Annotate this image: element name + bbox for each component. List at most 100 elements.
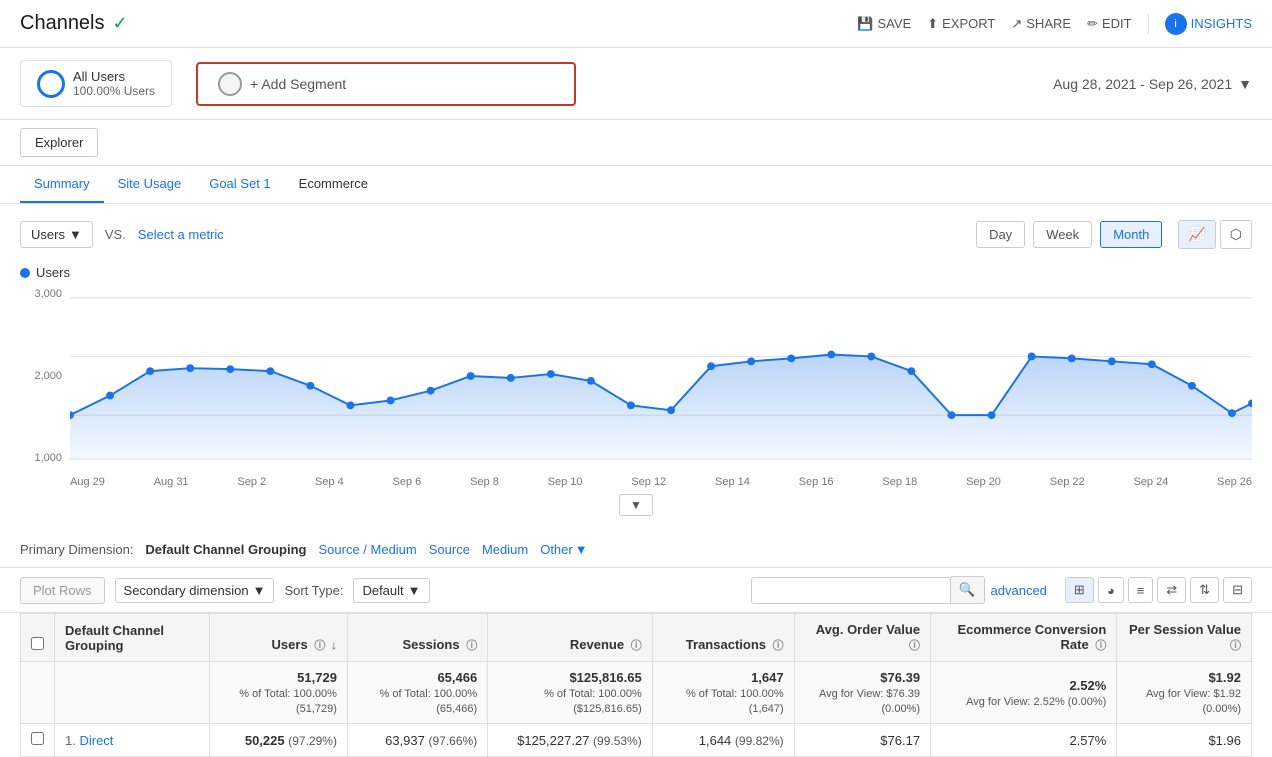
totals-revenue-cell: $125,816.65 % of Total: 100.00% ($125,81…	[488, 662, 653, 724]
chart-type-buttons: 📈 ⬡	[1178, 220, 1252, 249]
row1-sessions-cell: 63,937 (97.66%)	[347, 724, 487, 757]
vs-label: VS.	[105, 227, 126, 242]
chevron-down-icon: ▼	[408, 583, 421, 598]
row1-transactions-cell: 1,644 (99.82%)	[652, 724, 794, 757]
data-table: Default Channel Grouping Users ⓘ ↓ Sessi…	[20, 613, 1252, 757]
save-button[interactable]: 💾 SAVE	[857, 16, 911, 32]
totals-users-cell: 51,729 % of Total: 100.00% (51,729)	[209, 662, 347, 724]
time-controls: Day Week Month 📈 ⬡	[976, 220, 1252, 249]
plot-rows-button: Plot Rows	[20, 577, 105, 604]
view-buttons: ⊞ ◕ ≡ ⇄ ⇅ ⊟	[1065, 577, 1252, 603]
sort-type-selector[interactable]: Default ▼	[353, 578, 429, 603]
summary-view-button[interactable]: ≡	[1128, 577, 1154, 603]
users-sort-arrow[interactable]: ↓	[331, 638, 337, 652]
totals-avg-order-cell: $76.39 Avg for View: $76.39 (0.00%)	[794, 662, 930, 724]
per-session-header: Per Session Value ⓘ	[1117, 614, 1252, 662]
metric-selector[interactable]: Users ▼	[20, 221, 93, 248]
chart-controls: Users ▼ VS. Select a metric Day Week Mon…	[20, 220, 1252, 249]
select-all-checkbox[interactable]	[31, 637, 44, 650]
conversion-info-icon[interactable]: ⓘ	[1095, 640, 1106, 652]
revenue-info-icon[interactable]: ⓘ	[631, 640, 642, 652]
totals-per-session-cell: $1.92 Avg for View: $1.92 (0.00%)	[1117, 662, 1252, 724]
search-input[interactable]	[751, 577, 951, 604]
direct-link[interactable]: Direct	[79, 733, 113, 748]
row1-users-cell: 50,225 (97.29%)	[209, 724, 347, 757]
day-button[interactable]: Day	[976, 221, 1025, 248]
pie-view-button[interactable]: ◕	[1098, 577, 1124, 603]
explorer-tab[interactable]: Explorer	[20, 128, 98, 157]
channel-grouping-header: Default Channel Grouping	[55, 614, 210, 662]
primary-dim-label: Primary Dimension:	[20, 542, 133, 557]
chart-legend: Users	[20, 265, 1252, 280]
verified-icon: ✓	[113, 13, 128, 34]
totals-channel-cell	[55, 662, 210, 724]
secondary-dimension-selector[interactable]: Secondary dimension ▼	[115, 578, 275, 603]
table-controls: Plot Rows Secondary dimension ▼ Sort Typ…	[0, 568, 1272, 613]
tab-site-usage[interactable]: Site Usage	[104, 166, 196, 203]
row1-revenue-cell: $125,227.27 (99.53%)	[488, 724, 653, 757]
row1-avg-order-cell: $76.17	[794, 724, 930, 757]
sessions-header: Sessions ⓘ	[347, 614, 487, 662]
per-session-info-icon[interactable]: ⓘ	[1230, 640, 1241, 652]
table-container: Default Channel Grouping Users ⓘ ↓ Sessi…	[0, 613, 1272, 757]
search-box: 🔍 advanced	[751, 576, 1047, 604]
segment-circle-icon	[37, 70, 65, 98]
compare-view-button[interactable]: ⇄	[1157, 577, 1186, 603]
row1-checkbox[interactable]	[31, 732, 44, 745]
table-view-button[interactable]: ⊟	[1223, 577, 1252, 603]
insights-button[interactable]: i INSIGHTS	[1165, 13, 1252, 35]
sub-tabs: Summary Site Usage Goal Set 1 Ecommerce	[0, 166, 1272, 204]
chart-range-button[interactable]: ▼	[619, 494, 653, 516]
advanced-link[interactable]: advanced	[991, 583, 1047, 598]
chevron-down-icon: ▼	[69, 227, 82, 242]
primary-dimension-bar: Primary Dimension: Default Channel Group…	[0, 532, 1272, 568]
totals-checkbox-cell	[21, 662, 55, 724]
sessions-info-icon[interactable]: ⓘ	[466, 640, 477, 652]
header-left: Channels ✓	[20, 12, 128, 35]
row1-conversion-cell: 2.57%	[931, 724, 1117, 757]
page-title: Channels	[20, 12, 105, 35]
export-button[interactable]: ⬆ EXPORT	[927, 16, 995, 32]
row1-per-session-cell: $1.96	[1117, 724, 1252, 757]
source-medium-link[interactable]: Source / Medium	[318, 542, 416, 557]
segments-bar: All Users 100.00% Users + Add Segment Au…	[0, 48, 1272, 120]
other-dropdown[interactable]: Other ▼	[540, 542, 587, 557]
edit-button[interactable]: ✏ EDIT	[1087, 16, 1132, 32]
segment-text: All Users 100.00% Users	[73, 69, 155, 98]
edit-icon: ✏	[1087, 16, 1098, 32]
add-segment-button[interactable]: + Add Segment	[196, 62, 576, 106]
totals-row: 51,729 % of Total: 100.00% (51,729) 65,4…	[21, 662, 1252, 724]
grid-view-button[interactable]: ⊞	[1065, 577, 1094, 603]
totals-transactions-cell: 1,647 % of Total: 100.00% (1,647)	[652, 662, 794, 724]
tab-goal-set-1[interactable]: Goal Set 1	[195, 166, 284, 203]
explorer-section: Explorer	[0, 120, 1272, 166]
y-axis-labels: 3,000 2,000 1,000	[20, 288, 70, 464]
transactions-info-icon[interactable]: ⓘ	[773, 640, 784, 652]
totals-conversion-cell: 2.52% Avg for View: 2.52% (0.00%)	[931, 662, 1117, 724]
tab-summary[interactable]: Summary	[20, 166, 104, 203]
all-users-segment[interactable]: All Users 100.00% Users	[20, 60, 172, 107]
sort-type-label: Sort Type:	[284, 583, 343, 598]
avg-order-info-icon[interactable]: ⓘ	[909, 640, 920, 652]
chart-body	[70, 288, 1252, 464]
pie-chart-button[interactable]: ⬡	[1220, 220, 1252, 249]
users-info-icon[interactable]: ⓘ	[314, 640, 325, 652]
line-chart-button[interactable]: 📈	[1178, 220, 1215, 249]
date-range-picker[interactable]: Aug 28, 2021 - Sep 26, 2021 ▼	[1053, 76, 1252, 92]
share-button[interactable]: ↗ SHARE	[1011, 16, 1071, 32]
week-button[interactable]: Week	[1033, 221, 1092, 248]
month-button[interactable]: Month	[1100, 221, 1162, 248]
conversion-header: Ecommerce Conversion Rate ⓘ	[931, 614, 1117, 662]
row1-checkbox-cell	[21, 724, 55, 757]
select-metric-link[interactable]: Select a metric	[138, 227, 224, 242]
search-button[interactable]: 🔍	[951, 576, 985, 604]
medium-link[interactable]: Medium	[482, 542, 528, 557]
x-axis-labels: Aug 29 Aug 31 Sep 2 Sep 4 Sep 6 Sep 8 Se…	[70, 476, 1252, 488]
tab-ecommerce[interactable]: Ecommerce	[285, 166, 382, 203]
chevron-down-icon: ▼	[253, 583, 266, 598]
share-icon: ↗	[1011, 16, 1022, 32]
source-link[interactable]: Source	[429, 542, 470, 557]
pivot-view-button[interactable]: ⇅	[1190, 577, 1219, 603]
users-legend-dot	[20, 268, 30, 278]
avg-order-header: Avg. Order Value ⓘ	[794, 614, 930, 662]
